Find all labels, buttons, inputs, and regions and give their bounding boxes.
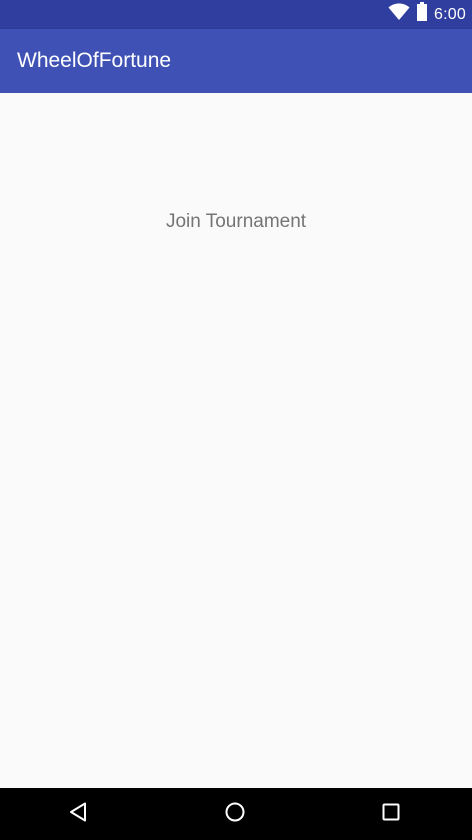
screen: 6:00 WheelOfFortune Join Tournament	[0, 0, 472, 840]
status-icons: 6:00	[388, 0, 466, 29]
home-icon	[224, 801, 246, 828]
home-button[interactable]	[205, 788, 265, 840]
app-bar: WheelOfFortune	[0, 29, 472, 93]
back-icon	[68, 801, 90, 828]
main-content: Join Tournament	[0, 93, 472, 788]
status-time: 6:00	[434, 5, 466, 23]
wifi-icon	[388, 3, 410, 26]
recents-icon	[380, 801, 402, 828]
navigation-bar	[0, 788, 472, 840]
status-bar: 6:00	[0, 0, 472, 29]
battery-icon	[416, 2, 428, 27]
recents-button[interactable]	[361, 788, 421, 840]
app-title: WheelOfFortune	[17, 49, 172, 72]
back-button[interactable]	[49, 788, 109, 840]
join-tournament-button[interactable]: Join Tournament	[0, 211, 472, 233]
